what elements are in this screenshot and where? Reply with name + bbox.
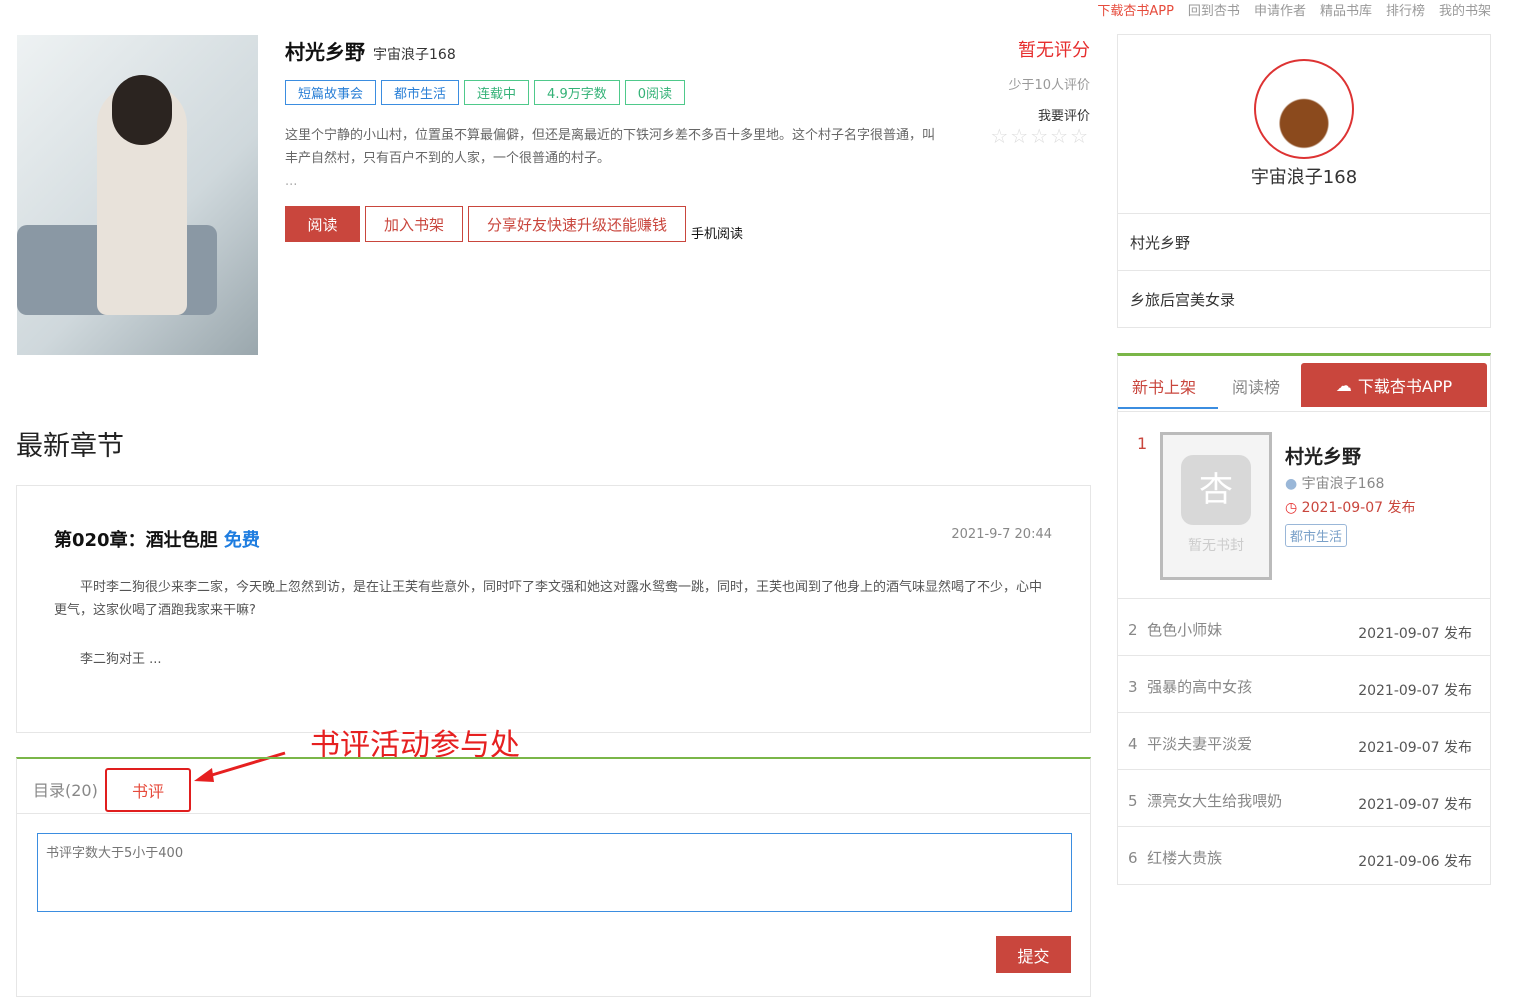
- rank-date: 2021-09-06 发布: [1358, 854, 1472, 870]
- nav-apply-author[interactable]: 申请作者: [1254, 0, 1306, 19]
- rank-list-item[interactable]: 4 平淡夫妻平淡爱 2021-09-07 发布: [1118, 712, 1490, 769]
- rank-title[interactable]: 色色小师妹: [1147, 621, 1222, 639]
- chapter-time: 2021-9-7 20:44: [951, 527, 1052, 542]
- rank-list-item[interactable]: 5 漂亮女大生给我喂奶 2021-09-07 发布: [1118, 769, 1490, 826]
- cloud-download-icon: ☁: [1335, 375, 1352, 395]
- tag-status: 连载中: [464, 80, 530, 105]
- rank-list-item[interactable]: 6 红楼大贵族 2021-09-06 发布: [1118, 826, 1490, 883]
- tag-reads: 0阅读: [624, 80, 686, 105]
- ranking-panel: 新书上架 阅读榜 ☁ 下载杏书APP 1 杏暂无书封 村光乡野 ● 宇宙浪子168…: [1117, 353, 1491, 885]
- tab-new-books[interactable]: 新书上架: [1132, 374, 1196, 398]
- rank-title[interactable]: 红楼大贵族: [1147, 849, 1222, 867]
- author-name[interactable]: 宇宙浪子168: [1118, 163, 1490, 189]
- no-cover-text: 暂无书封: [1188, 538, 1244, 554]
- rank-date-text: 2021-09-07 发布: [1301, 500, 1416, 516]
- latest-chapter-card: 第020章：酒壮色胆 免费 2021-9-7 20:44 平时李二狗很少来李二家…: [16, 485, 1091, 733]
- tag-category[interactable]: 短篇故事会: [285, 80, 377, 105]
- download-label: 下载杏书APP: [1357, 377, 1453, 396]
- rank-number: 1: [1137, 434, 1148, 453]
- rank-date: 2021-09-07 发布: [1358, 626, 1472, 642]
- tag-wordcount: 4.9万字数: [534, 80, 620, 105]
- rank-title[interactable]: 强暴的高中女孩: [1147, 678, 1252, 696]
- nav-bookshelf[interactable]: 我的书架: [1439, 0, 1491, 19]
- rank-number: 2: [1128, 621, 1138, 639]
- chapter-title-row[interactable]: 第020章：酒壮色胆 免费: [54, 526, 260, 552]
- user-icon: ●: [1285, 476, 1298, 492]
- latest-chapter-heading: 最新章节: [16, 431, 124, 462]
- book-tags: 短篇故事会 都市生活 连载中 4.9万字数 0阅读: [285, 80, 686, 105]
- top-nav: 下载杏书APP 回到杏书 申请作者 精品书库 排行榜 我的书架: [1097, 0, 1491, 19]
- rank-tag[interactable]: 都市生活: [1285, 524, 1348, 547]
- nav-library[interactable]: 精品书库: [1320, 0, 1372, 19]
- active-tab-underline: [1118, 407, 1218, 409]
- rank-list-item[interactable]: 2 色色小师妹 2021-09-07 发布: [1118, 598, 1490, 655]
- rank-number: 5: [1128, 792, 1138, 810]
- action-buttons: 阅读 加入书架 分享好友快速升级还能赚钱 手机阅读: [285, 206, 743, 242]
- rank-author: ● 宇宙浪子168: [1285, 473, 1384, 493]
- book-author[interactable]: 宇宙浪子168: [373, 44, 456, 64]
- rank-first-item[interactable]: 1 杏暂无书封 村光乡野 ● 宇宙浪子168 ◷ 2021-09-07 发布 都…: [1118, 411, 1490, 598]
- rank-number: 4: [1128, 735, 1138, 753]
- rank-title[interactable]: 村光乡野: [1285, 442, 1361, 469]
- chapter-excerpt: 平时李二狗很少来李二家，今天晚上忽然到访，是在让王芙有些意外，同时吓了李文强和她…: [54, 580, 1043, 618]
- tab-read-rank[interactable]: 阅读榜: [1232, 374, 1280, 398]
- add-shelf-button[interactable]: 加入书架: [365, 206, 464, 242]
- rating-count: 少于10人评价: [1008, 78, 1090, 93]
- rank-date: 2021-09-07 发布: [1358, 797, 1472, 813]
- review-section: 目录(20) 书评 提交: [16, 757, 1091, 997]
- rank-title[interactable]: 漂亮女大生给我喂奶: [1147, 792, 1282, 810]
- book-description: 这里个宁静的小山村，位置虽不算最偏僻，但还是离最近的下铁河乡差不多百十多里地。这…: [285, 124, 935, 193]
- rank-date: 2021-09-07 发布: [1358, 740, 1472, 756]
- mobile-read-link[interactable]: 手机阅读: [691, 223, 743, 242]
- nav-download-app[interactable]: 下载杏书APP: [1097, 0, 1174, 19]
- author-avatar[interactable]: [1254, 59, 1354, 159]
- desc-ellipsis: ...: [285, 174, 298, 189]
- author-box: 宇宙浪子168 村光乡野 乡旅后宫美女录: [1117, 34, 1491, 328]
- no-cover-placeholder: 杏暂无书封: [1160, 432, 1272, 580]
- nav-home[interactable]: 回到杏书: [1188, 0, 1240, 19]
- rate-label: 我要评价: [1037, 109, 1090, 124]
- read-button[interactable]: 阅读: [285, 206, 360, 242]
- book-title-row: 村光乡野 宇宙浪子168: [285, 36, 456, 65]
- review-input[interactable]: [37, 833, 1072, 912]
- rank-title[interactable]: 平淡夫妻平淡爱: [1147, 735, 1252, 753]
- chapter-title[interactable]: 第020章：酒壮色胆: [54, 530, 218, 551]
- rank-number: 3: [1128, 678, 1138, 696]
- rating-panel: 暂无评分 少于10人评价 我要评价 ☆☆☆☆☆: [990, 36, 1090, 148]
- rank-number: 6: [1128, 849, 1138, 867]
- download-app-button[interactable]: ☁ 下载杏书APP: [1301, 363, 1487, 407]
- author-book-link[interactable]: 乡旅后宫美女录: [1118, 270, 1490, 327]
- tab-review[interactable]: 书评: [105, 768, 191, 812]
- star-rating-input[interactable]: ☆☆☆☆☆: [990, 124, 1090, 148]
- book-logo-icon: 杏: [1181, 455, 1251, 525]
- nav-ranking[interactable]: 排行榜: [1386, 0, 1425, 19]
- rank-date: 2021-09-07 发布: [1358, 683, 1472, 699]
- author-book-link[interactable]: 村光乡野: [1118, 213, 1490, 270]
- tab-toc[interactable]: 目录(20): [33, 777, 98, 801]
- submit-button[interactable]: 提交: [996, 936, 1071, 973]
- book-title: 村光乡野: [285, 40, 365, 64]
- free-badge: 免费: [223, 530, 260, 551]
- chapter-excerpt-more: 李二狗对王 ...: [80, 652, 162, 667]
- share-button[interactable]: 分享好友快速升级还能赚钱: [468, 206, 687, 242]
- rank-date: ◷ 2021-09-07 发布: [1285, 497, 1415, 517]
- rank-list-item[interactable]: 3 强暴的高中女孩 2021-09-07 发布: [1118, 655, 1490, 712]
- book-cover: [17, 35, 258, 355]
- desc-text: 这里个宁静的小山村，位置虽不算最偏僻，但还是离最近的下铁河乡差不多百十多里地。这…: [285, 128, 936, 166]
- clock-icon: ◷: [1285, 500, 1298, 516]
- rating-score: 暂无评分: [1018, 40, 1090, 61]
- rank-author-name: 宇宙浪子168: [1301, 476, 1385, 492]
- tag-genre[interactable]: 都市生活: [381, 80, 460, 105]
- review-tabs: 目录(20) 书评: [17, 759, 1090, 814]
